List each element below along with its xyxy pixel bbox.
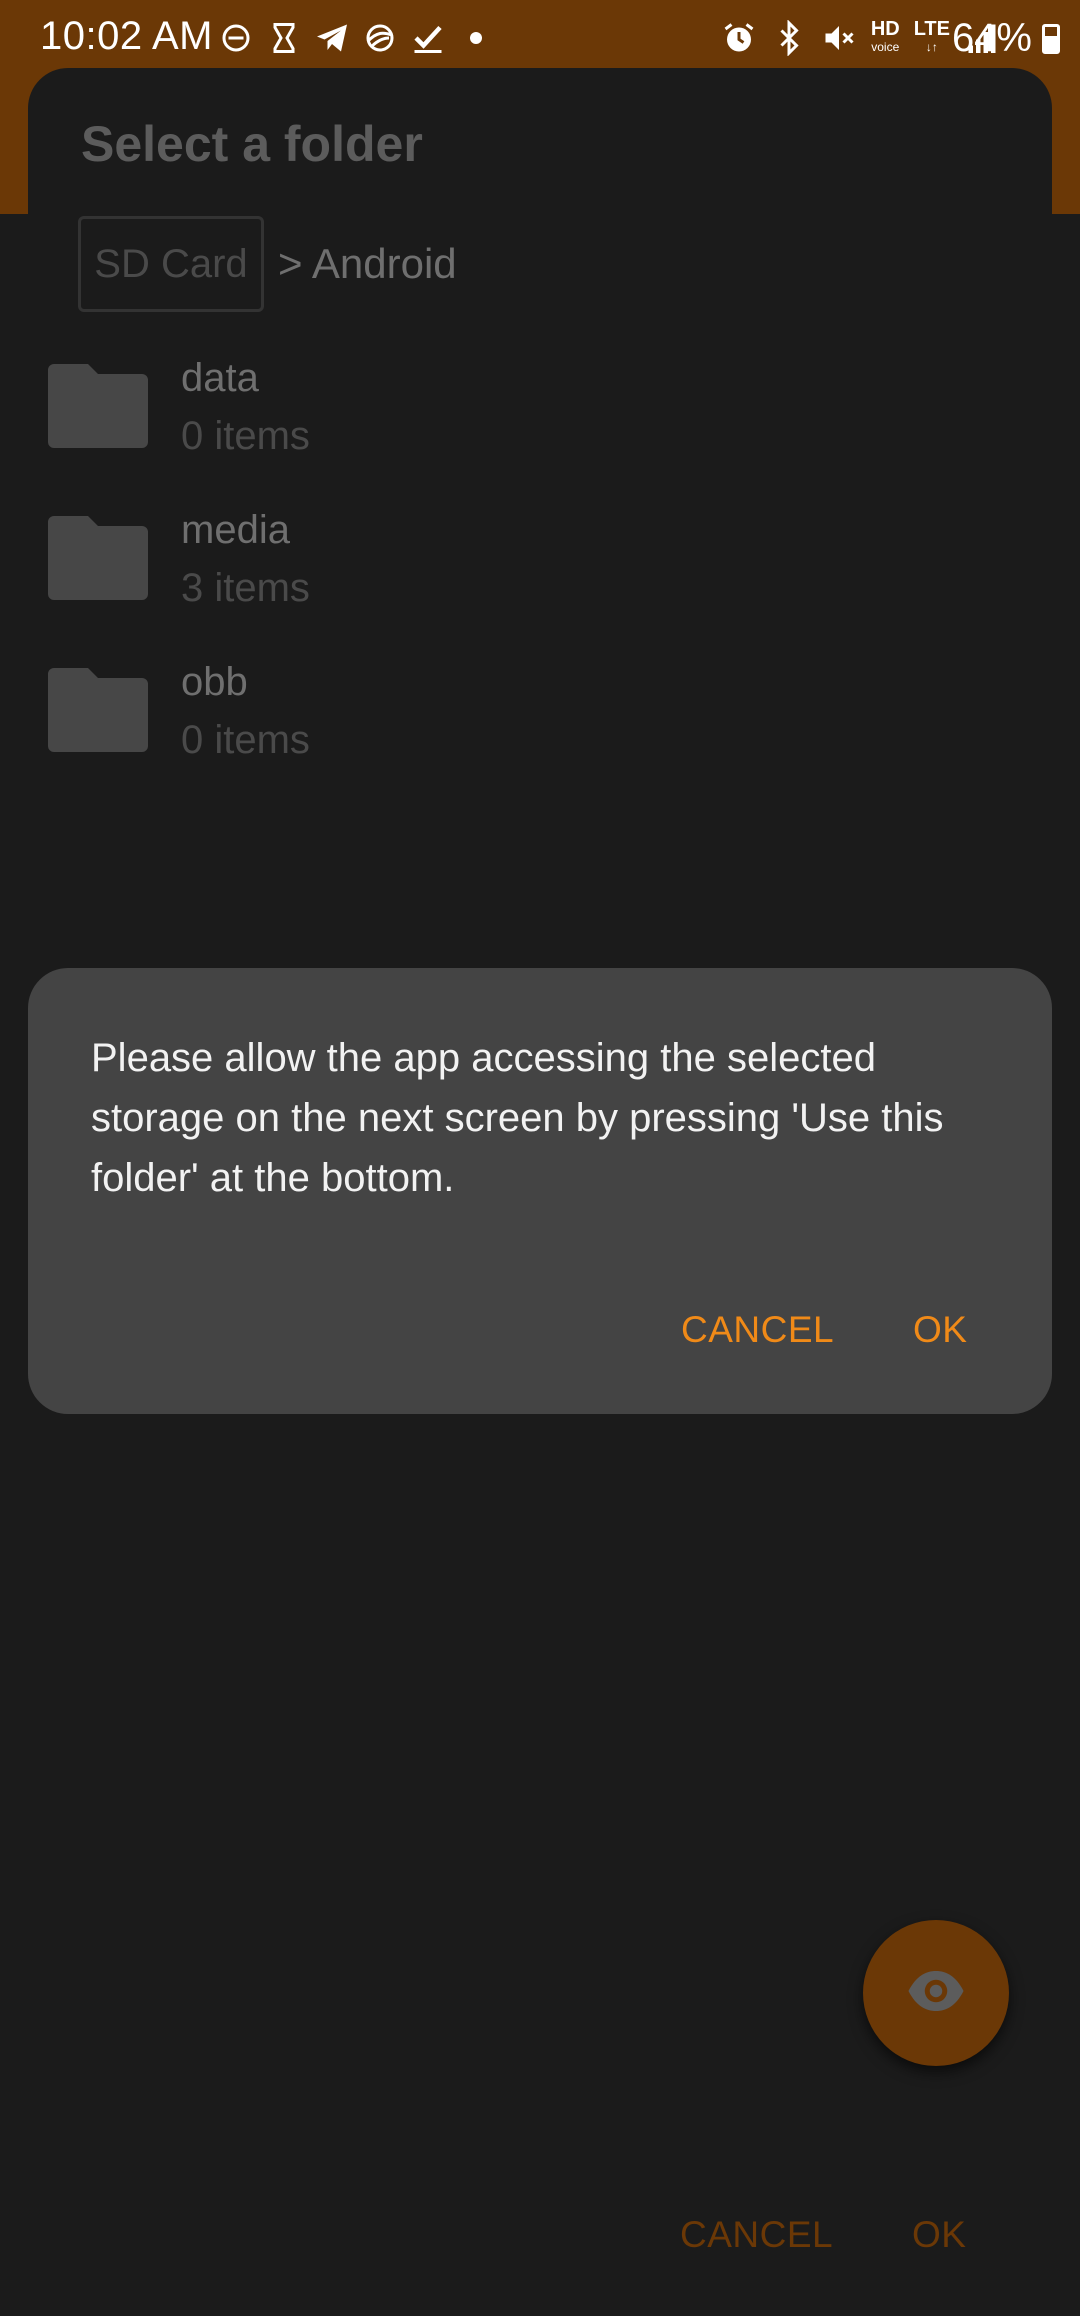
cancel-button[interactable]: CANCEL bbox=[680, 2214, 833, 2256]
vpn-icon bbox=[362, 20, 398, 56]
folder-list-item[interactable]: data 0 items bbox=[48, 356, 948, 486]
dot-icon bbox=[458, 20, 494, 56]
folder-item-count: 3 items bbox=[181, 566, 310, 610]
folder-list-item[interactable]: obb 0 items bbox=[48, 660, 948, 790]
mute-icon bbox=[821, 20, 857, 56]
bluetooth-icon bbox=[771, 19, 807, 57]
lte-icon: LTE ↓↑ bbox=[913, 18, 950, 54]
dialog-message: Please allow the app accessing the selec… bbox=[91, 1036, 944, 1200]
dialog-cancel-button[interactable]: CANCEL bbox=[681, 1309, 834, 1351]
folder-name: media bbox=[181, 508, 290, 552]
dialog-ok-button[interactable]: OK bbox=[913, 1309, 967, 1351]
folder-name: data bbox=[181, 356, 259, 400]
breadcrumb-root[interactable]: SD Card bbox=[78, 216, 264, 312]
task-check-icon bbox=[410, 20, 446, 56]
ok-button[interactable]: OK bbox=[912, 2214, 966, 2256]
telegram-icon bbox=[314, 20, 350, 56]
folder-name: obb bbox=[181, 660, 248, 704]
folder-item-count: 0 items bbox=[181, 718, 310, 762]
battery-percent: 64% bbox=[951, 16, 1032, 60]
battery-icon bbox=[1042, 24, 1060, 54]
hd-voice-icon: HD voice bbox=[870, 18, 900, 54]
permission-dialog: Please allow the app accessing the selec… bbox=[28, 968, 1052, 1414]
folder-icon bbox=[48, 364, 148, 448]
status-bar: 10:02 AM HD voice LTE ↓↑ 64% bbox=[0, 0, 1080, 76]
breadcrumb: > Android bbox=[278, 240, 457, 287]
folder-icon bbox=[48, 516, 148, 600]
dnd-icon bbox=[218, 20, 254, 56]
alarm-icon bbox=[721, 20, 757, 56]
folder-icon bbox=[48, 668, 148, 752]
status-time: 10:02 AM bbox=[40, 14, 214, 58]
folder-list-item[interactable]: media 3 items bbox=[48, 508, 948, 638]
preview-fab-button[interactable] bbox=[863, 1920, 1009, 2066]
eye-icon bbox=[906, 1961, 966, 2026]
folder-item-count: 0 items bbox=[181, 414, 310, 458]
page-title: Select a folder bbox=[81, 116, 423, 172]
hourglass-icon bbox=[266, 20, 302, 56]
